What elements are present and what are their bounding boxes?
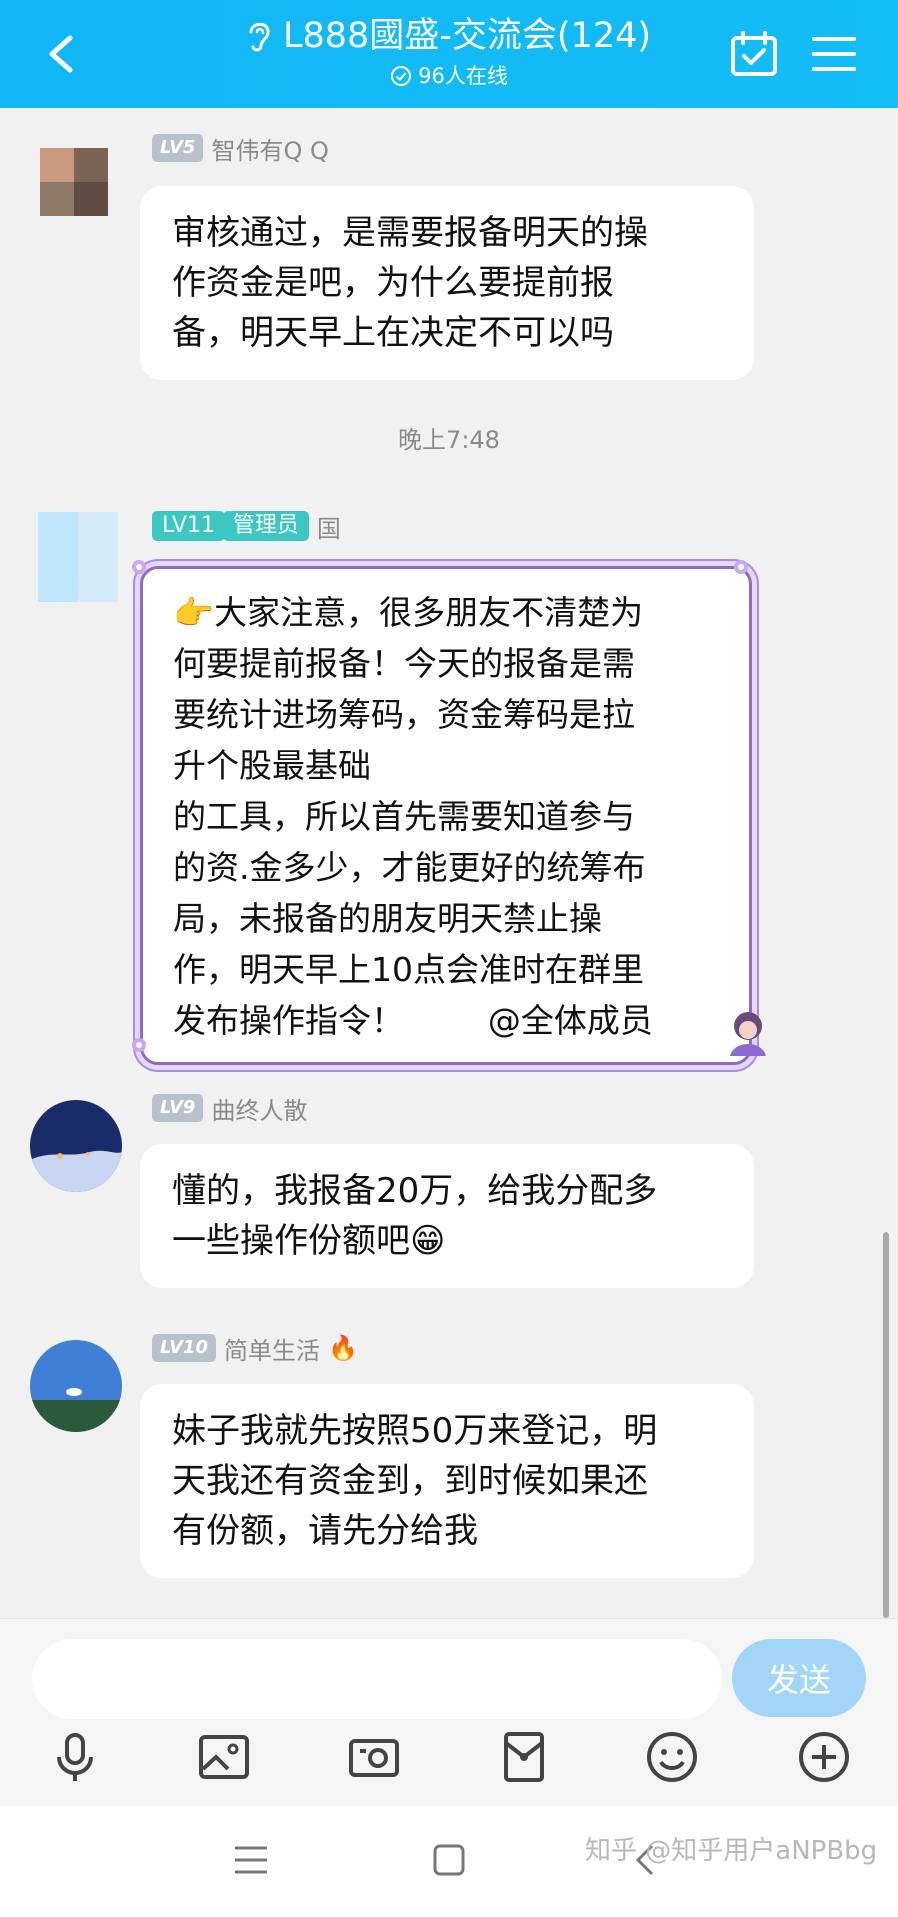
message-bubble[interactable]: 妹子我就先按照50万来登记，明 天我还有资金到，到时候如果还 有份额，请先分给我 [140, 1384, 754, 1578]
sender-name[interactable]: 国 [317, 509, 341, 544]
message-bubble[interactable]: 懂的，我报备20万，给我分配多 一些操作份额吧😁 [140, 1144, 754, 1288]
emoji-icon[interactable] [644, 1729, 700, 1785]
message-input[interactable] [32, 1639, 722, 1719]
message-bubble[interactable]: 审核通过，是需要报备明天的操 作资金是吧，为什么要提前报 备，明天早上在决定不可… [140, 186, 754, 380]
admin-badge: 管理员 [222, 511, 309, 541]
message-list[interactable]: LV5 智伟有Q Q 审核通过，是需要报备明天的操 作资金是吧，为什么要提前报 … [0, 108, 898, 1618]
camera-icon[interactable] [346, 1729, 402, 1785]
avatar[interactable] [30, 1100, 122, 1192]
mascot-icon [730, 1012, 766, 1056]
corner-flower-icon [734, 560, 748, 574]
title-area: L888國盛-交流会(124) 96人在线 [200, 14, 698, 91]
sender-name[interactable]: 智伟有Q Q [211, 131, 328, 166]
level-badge: LV9 [152, 1094, 204, 1122]
group-name: L888國盛-交流会(124) [282, 16, 652, 56]
menu-icon[interactable] [227, 1836, 275, 1884]
input-bar: 发送 [0, 1618, 898, 1807]
corner-flower-icon [132, 1038, 146, 1052]
sender-info: LV5 智伟有Q Q [152, 131, 329, 166]
chat-header: L888國盛-交流会(124) 96人在线 [0, 0, 898, 108]
avatar[interactable] [30, 138, 120, 228]
level-badge: LV11 [152, 511, 225, 541]
plus-icon[interactable] [796, 1729, 852, 1785]
avatar[interactable] [30, 1340, 122, 1432]
level-badge: LV10 [152, 1334, 216, 1362]
timestamp: 晚上7:48 [398, 426, 500, 454]
sender-name[interactable]: 曲终人散 [211, 1091, 307, 1126]
corner-flower-icon [132, 560, 146, 574]
online-check-icon [391, 66, 412, 86]
sender-name[interactable]: 简单生活 [224, 1331, 320, 1366]
online-count: 96人在线 [418, 64, 508, 88]
home-icon[interactable] [425, 1836, 473, 1884]
scrollbar[interactable] [883, 1232, 889, 1618]
fire-icon: 🔥 [327, 1334, 358, 1362]
night-scene-image [30, 1100, 122, 1192]
send-button[interactable]: 发送 [732, 1639, 866, 1717]
sky-image [30, 1340, 122, 1432]
avatar[interactable] [30, 512, 120, 602]
sender-info: LV10 简单生活 🔥 [152, 1331, 358, 1366]
image-icon[interactable] [196, 1729, 252, 1785]
sender-info: LV11 管理员 国 [152, 509, 341, 544]
red-packet-icon[interactable] [496, 1729, 552, 1785]
sender-info: LV9 曲终人散 [152, 1091, 307, 1126]
mic-icon[interactable] [47, 1729, 103, 1785]
calendar-check-icon[interactable] [728, 28, 780, 80]
system-nav-bar: 知乎 @知乎用户aNPBbg [0, 1806, 898, 1917]
menu-icon[interactable] [808, 28, 860, 80]
ear-icon [249, 22, 270, 52]
back-arrow-icon[interactable] [40, 30, 84, 78]
level-badge: LV5 [152, 134, 204, 162]
message-bubble[interactable]: 👉大家注意，很多朋友不清楚为 何要提前报备！今天的报备是需 要统计进场筹码，资金… [140, 566, 752, 1065]
group-title[interactable]: L888國盛-交流会(124) [247, 14, 651, 58]
online-status: 96人在线 [390, 62, 508, 90]
watermark: 知乎 @知乎用户aNPBbg [585, 1836, 878, 1866]
